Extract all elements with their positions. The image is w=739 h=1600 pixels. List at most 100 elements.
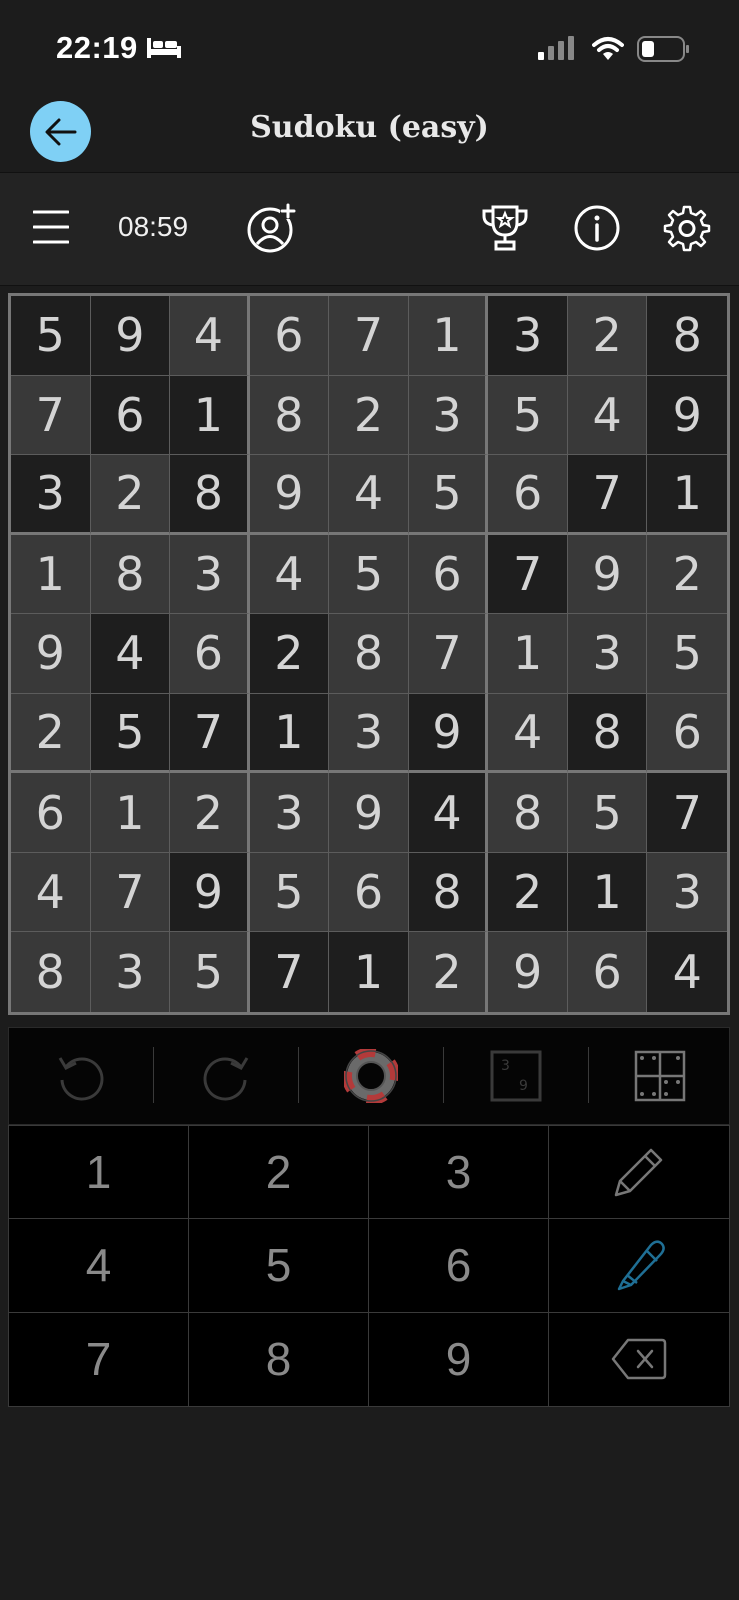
sudoku-cell[interactable]: 5 [408, 455, 489, 535]
sudoku-cell[interactable]: 2 [329, 375, 409, 456]
sudoku-cell[interactable]: 2 [488, 852, 568, 933]
sudoku-cell[interactable]: 5 [90, 693, 171, 774]
sudoku-cell[interactable]: 4 [408, 773, 489, 853]
sudoku-cell[interactable]: 4 [170, 296, 250, 376]
key-9[interactable]: 9 [369, 1312, 549, 1406]
sudoku-cell[interactable]: 4 [11, 852, 91, 933]
key-1[interactable]: 1 [9, 1126, 189, 1220]
sudoku-cell[interactable]: 9 [329, 773, 409, 853]
sudoku-cell[interactable]: 3 [647, 852, 727, 933]
sudoku-cell[interactable]: 5 [249, 852, 330, 933]
undo-button[interactable] [9, 1028, 153, 1124]
sudoku-cell[interactable]: 6 [329, 852, 409, 933]
sudoku-cell[interactable]: 1 [90, 773, 171, 853]
sudoku-cell[interactable]: 9 [90, 296, 171, 376]
sudoku-cell[interactable]: 1 [647, 455, 727, 535]
sudoku-cell[interactable]: 9 [408, 693, 489, 774]
sudoku-cell[interactable]: 8 [90, 534, 171, 615]
info-button[interactable] [572, 203, 622, 253]
erase-button[interactable] [549, 1313, 729, 1406]
sudoku-cell[interactable]: 3 [488, 296, 568, 376]
leaderboard-button[interactable] [480, 203, 530, 253]
candidates-button[interactable]: 3 9 [444, 1028, 588, 1124]
sudoku-cell[interactable]: 4 [329, 455, 409, 535]
key-2[interactable]: 2 [189, 1126, 369, 1220]
sudoku-cell[interactable]: 7 [90, 852, 171, 933]
key-8[interactable]: 8 [189, 1312, 369, 1406]
sudoku-cell[interactable]: 1 [488, 614, 568, 694]
menu-button[interactable] [30, 206, 72, 248]
sudoku-cell[interactable]: 6 [170, 614, 250, 694]
sudoku-cell[interactable]: 8 [647, 296, 727, 376]
sudoku-cell[interactable]: 9 [647, 375, 727, 456]
redo-button[interactable] [154, 1028, 298, 1124]
key-6[interactable]: 6 [369, 1219, 549, 1313]
sudoku-cell[interactable]: 7 [329, 296, 409, 376]
sudoku-cell[interactable]: 1 [170, 375, 250, 456]
sudoku-cell[interactable]: 3 [170, 534, 250, 615]
sudoku-cell[interactable]: 1 [329, 932, 409, 1012]
sudoku-cell[interactable]: 3 [11, 455, 91, 535]
sudoku-cell[interactable]: 5 [647, 614, 727, 694]
grid-view-button[interactable] [589, 1028, 731, 1124]
sudoku-cell[interactable]: 3 [249, 773, 330, 853]
sudoku-cell[interactable]: 2 [647, 534, 727, 615]
sudoku-cell[interactable]: 2 [170, 773, 250, 853]
sudoku-cell[interactable]: 5 [567, 773, 648, 853]
sudoku-cell[interactable]: 8 [329, 614, 409, 694]
sudoku-cell[interactable]: 3 [329, 693, 409, 774]
sudoku-cell[interactable]: 6 [249, 296, 330, 376]
sudoku-cell[interactable]: 6 [488, 455, 568, 535]
sudoku-cell[interactable]: 1 [408, 296, 489, 376]
sudoku-cell[interactable]: 9 [567, 534, 648, 615]
sudoku-cell[interactable]: 7 [170, 693, 250, 774]
sudoku-cell[interactable]: 7 [567, 455, 648, 535]
sudoku-cell[interactable]: 3 [408, 375, 489, 456]
sudoku-cell[interactable]: 7 [11, 375, 91, 456]
key-7[interactable]: 7 [9, 1312, 189, 1406]
sudoku-cell[interactable]: 7 [647, 773, 727, 853]
settings-button[interactable] [662, 203, 712, 253]
sudoku-cell[interactable]: 8 [11, 932, 91, 1012]
sudoku-cell[interactable]: 2 [90, 455, 171, 535]
sudoku-cell[interactable]: 5 [170, 932, 250, 1012]
hint-button[interactable] [299, 1028, 443, 1124]
sudoku-cell[interactable]: 4 [90, 614, 171, 694]
sudoku-cell[interactable]: 4 [249, 534, 330, 615]
sudoku-cell[interactable]: 5 [488, 375, 568, 456]
sudoku-cell[interactable]: 7 [408, 614, 489, 694]
key-3[interactable]: 3 [369, 1126, 549, 1220]
sudoku-cell[interactable]: 6 [647, 693, 727, 774]
sudoku-cell[interactable]: 3 [567, 614, 648, 694]
sudoku-cell[interactable]: 8 [249, 375, 330, 456]
sudoku-cell[interactable]: 6 [90, 375, 171, 456]
pen-mode-button[interactable] [549, 1219, 729, 1313]
sudoku-cell[interactable]: 7 [488, 534, 568, 615]
sudoku-cell[interactable]: 6 [408, 534, 489, 615]
sudoku-cell[interactable]: 1 [567, 852, 648, 933]
key-4[interactable]: 4 [9, 1219, 189, 1313]
sudoku-cell[interactable]: 2 [567, 296, 648, 376]
pencil-mode-button[interactable] [549, 1126, 729, 1220]
sudoku-cell[interactable]: 8 [170, 455, 250, 535]
sudoku-cell[interactable]: 4 [567, 375, 648, 456]
sudoku-cell[interactable]: 6 [11, 773, 91, 853]
sudoku-cell[interactable]: 5 [11, 296, 91, 376]
sudoku-cell[interactable]: 9 [249, 455, 330, 535]
sudoku-cell[interactable]: 6 [567, 932, 648, 1012]
sudoku-cell[interactable]: 1 [11, 534, 91, 615]
sudoku-cell[interactable]: 5 [329, 534, 409, 615]
sudoku-cell[interactable]: 7 [249, 932, 330, 1012]
sudoku-cell[interactable]: 4 [488, 693, 568, 774]
key-5[interactable]: 5 [189, 1219, 369, 1313]
add-player-button[interactable] [246, 203, 296, 253]
sudoku-cell[interactable]: 8 [488, 773, 568, 853]
sudoku-cell[interactable]: 1 [249, 693, 330, 774]
sudoku-cell[interactable]: 2 [11, 693, 91, 774]
sudoku-cell[interactable]: 2 [408, 932, 489, 1012]
sudoku-cell[interactable]: 9 [488, 932, 568, 1012]
sudoku-cell[interactable]: 9 [11, 614, 91, 694]
sudoku-cell[interactable]: 8 [567, 693, 648, 774]
sudoku-cell[interactable]: 8 [408, 852, 489, 933]
sudoku-cell[interactable]: 2 [249, 614, 330, 694]
